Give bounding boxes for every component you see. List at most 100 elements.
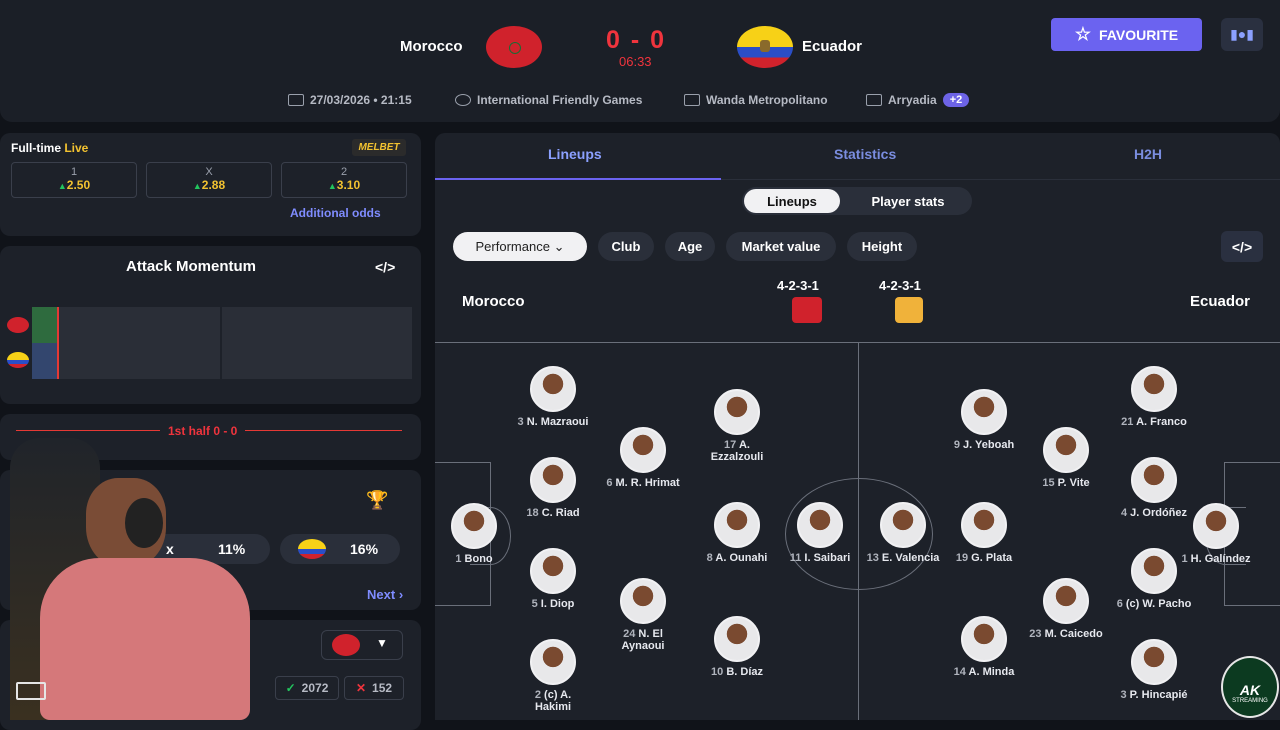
logo-text: AK [1239,682,1261,698]
match-venue: Wanda Metropolitano [684,93,828,107]
momentum-away-bar [32,343,58,379]
player-card[interactable]: 19 G. Plata [924,502,1044,564]
player-avatar [961,389,1007,435]
halftime-divider [220,307,222,379]
embed-code-icon[interactable]: </> [375,259,395,275]
lineup-away-team: Ecuador [1190,293,1251,310]
no-votes[interactable]: ✕ 152 [344,676,404,700]
filter-club[interactable]: Club [598,232,654,261]
filter-height[interactable]: Height [847,232,917,261]
momentum-chart [32,307,412,379]
player-avatar [1131,639,1177,685]
morocco-flag-icon [332,634,360,656]
player-avatar [530,366,576,412]
odd-draw[interactable]: X ▲2.88 [146,162,272,198]
layout-toggle-button[interactable]: ▮●▮ [1221,18,1263,51]
additional-odds-link[interactable]: Additional odds [290,206,381,220]
player-card[interactable]: 10 B. Díaz [677,616,797,678]
player-number: 17 [724,439,737,451]
player-number: 8 [706,552,713,564]
player-avatar [880,502,926,548]
tv-icon [866,94,882,106]
tab-divider [721,179,1280,180]
filter-age[interactable]: Age [665,232,715,261]
player-card[interactable]: 17 A. Ezzalzouli [677,389,797,463]
layout-toggle-icon: ▮●▮ [1230,26,1254,42]
match-header: Morocco 0 - 0 06:33 Ecuador 27/03/2026 •… [0,0,1280,122]
home-formation: 4-2-3-1 [777,278,819,293]
player-number: 13 [866,552,879,564]
player-name: P. Hincapié [1129,689,1188,701]
ecuador-flag-icon [7,352,29,368]
morocco-flag-icon [7,317,29,333]
player-name: H. Galíndez [1190,553,1251,565]
lineup-home-team: Morocco [462,293,525,310]
player-number: 24 [623,628,636,640]
streamer-webcam [0,428,300,720]
more-badge[interactable]: +2 [942,93,970,107]
datetime-text: 27/03/2026 • 21:15 [310,93,412,107]
competition-text: International Friendly Games [477,93,643,107]
subtab-player-stats[interactable]: Player stats [852,189,964,213]
favourite-label: FAVOURITE [1099,26,1179,43]
home-team-name[interactable]: Morocco [400,38,463,55]
favourite-button[interactable]: ☆ FAVOURITE [1051,18,1202,51]
tab-lineups[interactable]: Lineups [548,146,602,162]
cross-icon: ✕ [355,681,367,695]
active-tab-indicator [435,178,721,180]
momentum-title: Attack Momentum [126,258,257,275]
odd-away-label: 2 [340,166,348,178]
arrow-up-icon: ▲ [57,181,67,191]
home-kit-icon [792,297,822,323]
chevron-down-icon: ⌄ [553,238,565,254]
player-card[interactable]: 3 P. Hincapié [1094,639,1214,701]
player-number: 3 [517,416,524,428]
odd-draw-label: X [205,166,213,178]
odd-away[interactable]: 2 ▲3.10 [281,162,407,198]
match-competition[interactable]: International Friendly Games [455,93,642,107]
player-name: G. Plata [971,552,1013,564]
player-name: N. Mazraoui [526,416,589,428]
next-button[interactable]: Next › [367,587,403,602]
filter-performance[interactable]: Performance ⌄ [453,232,587,261]
momentum-home-bar [32,307,58,343]
player-name: (c) W. Pacho [1125,598,1192,610]
tab-statistics[interactable]: Statistics [834,146,896,162]
player-number: 10 [711,666,724,678]
filter-market-value[interactable]: Market value [726,232,836,261]
player-avatar [1131,366,1177,412]
match-score: 0 - 0 [606,26,667,54]
melbet-logo[interactable]: MELBET [352,139,406,156]
player-name: A. Ezzalzouli [710,439,764,463]
player-name: C. Riad [541,507,580,519]
player-avatar [714,616,760,662]
player-card[interactable]: 1 H. Galíndez [1156,503,1276,565]
away-kit-icon [895,297,923,323]
referee-text: Arryadia [888,93,937,107]
trophy-icon[interactable]: 🏆 [366,490,388,511]
team-select[interactable]: ▼ [321,630,403,660]
odd-home[interactable]: 1 ▲2.50 [11,162,137,198]
player-name: M. R. Hrimat [615,477,680,489]
player-number: 6 [606,477,613,489]
player-card[interactable]: 3 N. Mazraoui [493,366,613,428]
player-name: I. Diop [540,598,575,610]
player-avatar [961,502,1007,548]
away-team-name[interactable]: Ecuador [802,38,862,55]
star-icon: ☆ [1074,24,1092,44]
player-card[interactable]: 21 A. Franco [1094,366,1214,428]
subtab-lineups[interactable]: Lineups [744,189,840,213]
arrow-up-icon: ▲ [327,181,337,191]
tab-h2h[interactable]: H2H [1134,146,1162,162]
ecuador-flag-icon [298,539,326,559]
streamer-body [40,558,250,720]
venue-text: Wanda Metropolitano [706,93,828,107]
player-number: 4 [1120,507,1128,519]
player-number: 3 [1120,689,1127,701]
embed-code-icon[interactable]: </> [1221,231,1263,262]
odd-draw-value: 2.88 [201,178,226,192]
player-number: 6 [1116,598,1123,610]
player-avatar [961,616,1007,662]
player-number: 5 [531,598,538,610]
player-number: 23 [1029,628,1042,640]
